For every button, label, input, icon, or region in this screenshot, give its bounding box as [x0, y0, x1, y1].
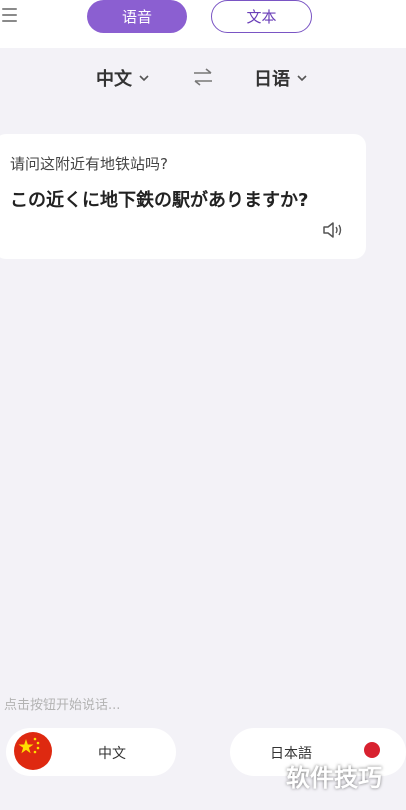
swap-icon[interactable]: [191, 66, 215, 88]
translation-card: 请问这附近有地铁站吗? この近くに地下鉄の駅がありますか?: [0, 134, 366, 259]
speak-chinese-button[interactable]: 中文: [6, 728, 176, 776]
speaker-icon[interactable]: [322, 220, 348, 240]
menu-icon[interactable]: [2, 6, 18, 24]
chevron-down-icon: [297, 74, 307, 81]
speak-chinese-label: 中文: [98, 746, 126, 762]
japan-flag-icon: [364, 742, 380, 758]
source-language-select[interactable]: 中文: [96, 62, 149, 94]
chevron-down-icon: [139, 74, 149, 81]
target-language-label: 日语: [254, 69, 290, 90]
translated-text: この近くに地下鉄の駅がありますか?: [10, 190, 309, 211]
source-text: 请问这附近有地铁站吗?: [10, 155, 168, 173]
target-language-select[interactable]: 日语: [254, 62, 307, 94]
china-flag-icon: [14, 732, 52, 770]
tab-text[interactable]: 文本: [211, 0, 312, 33]
speak-hint: 点击按钮开始说话...: [4, 698, 121, 713]
watermark: 软件技巧: [286, 764, 382, 792]
source-language-label: 中文: [96, 69, 132, 90]
tab-voice[interactable]: 语音: [87, 0, 187, 33]
top-bar: 语音 文本: [0, 0, 406, 48]
